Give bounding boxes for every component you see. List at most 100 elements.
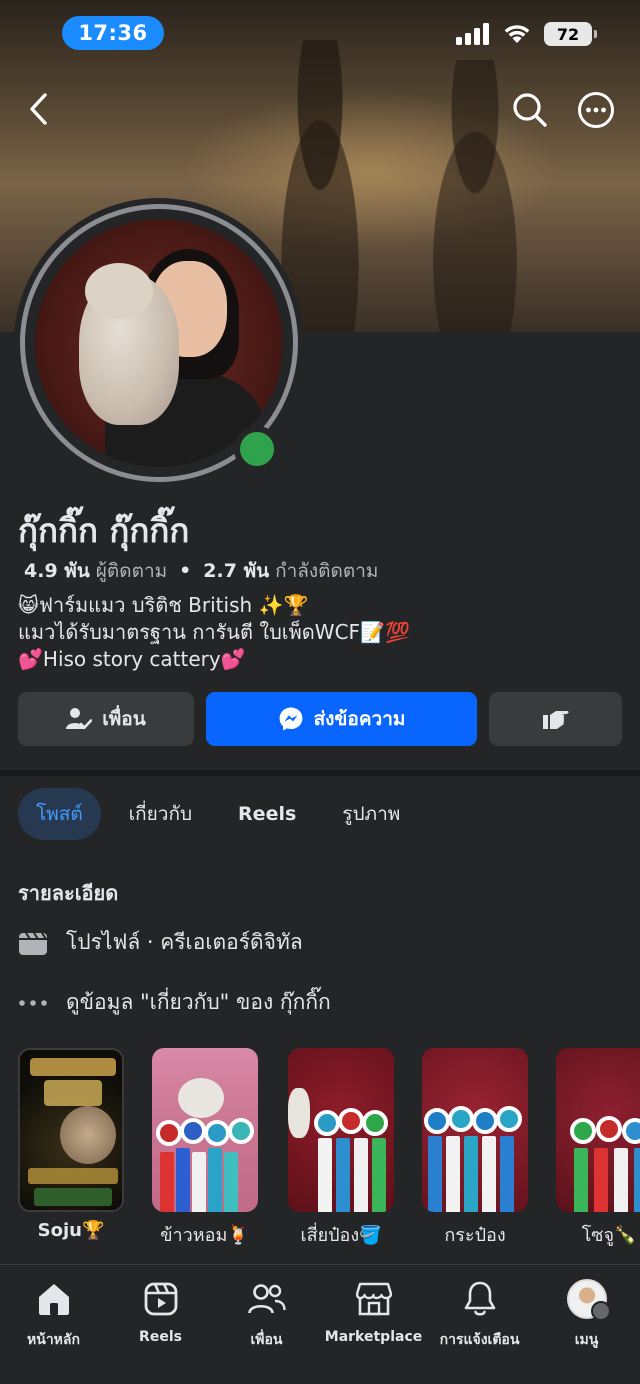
search-button[interactable] <box>508 88 552 132</box>
home-icon <box>34 1279 74 1319</box>
profile-stats: 4.9 พัน ผู้ติดตาม • 2.7 พัน กำลังติดตาม <box>24 556 378 586</box>
bio-line-1: 😸ฟาร์มแมว บริติช British ✨🏆 <box>18 593 309 617</box>
nav-menu[interactable]: เมนู <box>533 1279 640 1351</box>
tab-reels[interactable]: Reels <box>220 788 314 840</box>
card-ribbon <box>464 1136 478 1212</box>
card-award-title <box>44 1080 102 1106</box>
card-ribbon <box>446 1136 460 1212</box>
highlight-cover <box>288 1048 394 1212</box>
highlight-cover <box>18 1048 124 1212</box>
card-rosette <box>156 1120 182 1146</box>
reels-icon <box>141 1279 181 1319</box>
featured-highlights: Soju🏆 ข้าวหอม🍹 เสี่ยป๋อง🪣 กระป๋อง โซจู🍾 <box>18 1048 640 1248</box>
card-ribbon <box>176 1148 190 1212</box>
details-heading: รายละเอียด <box>18 881 119 905</box>
card-name-plate <box>28 1168 118 1184</box>
card-ribbon <box>614 1148 628 1212</box>
back-button[interactable] <box>18 86 58 132</box>
card-rosette <box>204 1120 230 1146</box>
nav-notifications[interactable]: การแจ้งเตือน <box>426 1279 533 1351</box>
highlight-item[interactable]: กระป๋อง <box>422 1048 528 1249</box>
nav-marketplace[interactable]: Marketplace <box>320 1279 427 1345</box>
friends-button[interactable]: เพื่อน <box>18 692 194 746</box>
nav-label: Reels <box>139 1329 182 1345</box>
chevron-left-icon <box>30 93 47 125</box>
menu-avatar-icon <box>566 1279 611 1321</box>
pointing-hand-icon <box>542 711 569 729</box>
card-rosette <box>448 1106 474 1132</box>
message-button[interactable]: ส่งข้อความ <box>206 692 477 746</box>
card-cat-photo <box>60 1106 116 1164</box>
card-ribbon <box>224 1152 238 1212</box>
nav-reels[interactable]: Reels <box>107 1279 214 1345</box>
card-ribbon <box>160 1152 174 1212</box>
status-icons: 72 <box>456 22 597 46</box>
nav-home[interactable]: หน้าหลัก <box>0 1279 107 1351</box>
highlight-label: เสี่ยป๋อง🪣 <box>300 1225 382 1246</box>
tab-photos[interactable]: รูปภาพ <box>324 788 418 840</box>
status-bar: 17:36 72 <box>0 0 640 70</box>
highlight-label: กระป๋อง <box>444 1225 506 1246</box>
stats-separator: • <box>179 560 192 582</box>
friend-check-icon <box>66 708 93 730</box>
card-rosette <box>424 1108 450 1134</box>
tab-about[interactable]: เกี่ยวกับ <box>111 788 210 840</box>
avatar-cat-head <box>85 263 153 319</box>
card-rosette <box>570 1118 596 1144</box>
nav-label: Marketplace <box>324 1329 423 1345</box>
online-status-indicator <box>234 426 280 472</box>
profile-type-row: โปรไฟล์ · ครีเอเตอร์ดิจิทัล <box>18 926 303 959</box>
card-rosette <box>180 1118 206 1144</box>
card-rosette <box>622 1118 640 1144</box>
card-rosette <box>338 1108 364 1134</box>
more-horizontal-icon <box>578 92 614 128</box>
card-ribbon <box>372 1138 386 1212</box>
highlight-item[interactable]: ข้าวหอม🍹 <box>152 1048 258 1249</box>
profile-type-text: โปรไฟล์ · ครีเอเตอร์ดิจิทัล <box>66 930 303 954</box>
bio-line-2: แมวได้รับมาตรฐาน การันตี ใบเพ็ดWCF📝💯 <box>18 620 410 644</box>
search-icon <box>513 93 547 127</box>
card-ribbon <box>428 1136 442 1212</box>
nav-friends[interactable]: เพื่อน <box>213 1279 320 1351</box>
signal-icon <box>456 23 489 45</box>
bio-line-3: 💕Hiso story cattery💕 <box>18 647 246 671</box>
card-rosette <box>228 1118 254 1144</box>
followers-count[interactable]: 4.9 พัน <box>24 556 90 586</box>
highlight-label: ข้าวหอม🍹 <box>160 1225 250 1246</box>
highlight-cover <box>152 1048 258 1212</box>
card-ribbon <box>594 1148 608 1212</box>
messenger-icon <box>279 707 302 731</box>
profile-actions: เพื่อน ส่งข้อความ <box>18 692 622 746</box>
like-page-button[interactable] <box>489 692 622 746</box>
tab-posts[interactable]: โพสต์ <box>18 788 101 840</box>
battery-indicator: 72 <box>544 22 597 46</box>
bell-icon <box>460 1279 500 1319</box>
card-ribbon <box>354 1138 368 1212</box>
card-ribbon <box>336 1138 350 1212</box>
nav-label: การแจ้งเตือน <box>439 1332 520 1348</box>
highlight-item[interactable]: Soju🏆 <box>18 1048 124 1241</box>
following-label[interactable]: กำลังติดตาม <box>275 556 378 586</box>
highlight-item[interactable]: โซจู🍾 <box>556 1048 640 1249</box>
more-dots-icon <box>18 988 48 1018</box>
nav-label: หน้าหลัก <box>27 1332 80 1348</box>
status-time: 17:36 <box>62 16 164 50</box>
nav-label: เมนู <box>574 1332 599 1348</box>
marketplace-icon <box>354 1279 394 1319</box>
profile-top-nav <box>0 86 640 134</box>
card-rosette <box>596 1116 622 1142</box>
card-ribbon <box>634 1148 640 1212</box>
followers-label[interactable]: ผู้ติดตาม <box>96 556 167 586</box>
bottom-navigation: หน้าหลัก Reels เพื่อน Marketplace การแจ้… <box>0 1264 640 1384</box>
highlight-label: Soju🏆 <box>37 1220 105 1241</box>
more-options-button[interactable] <box>574 88 618 132</box>
highlight-label: โซจู🍾 <box>581 1225 637 1246</box>
message-button-label: ส่งข้อความ <box>313 708 406 730</box>
about-info-link[interactable]: ดูข้อมูล "เกี่ยวกับ" ของ กุ๊กกิ๊ก <box>18 986 331 1019</box>
following-count[interactable]: 2.7 พัน <box>203 556 269 586</box>
card-ribbon <box>192 1152 206 1212</box>
profile-bio: 😸ฟาร์มแมว บริติช British ✨🏆 แมวได้รับมาต… <box>18 592 410 673</box>
wifi-icon <box>504 25 530 43</box>
highlight-item[interactable]: เสี่ยป๋อง🪣 <box>288 1048 394 1249</box>
profile-tabs: โพสต์ เกี่ยวกับ Reels รูปภาพ <box>18 788 418 840</box>
